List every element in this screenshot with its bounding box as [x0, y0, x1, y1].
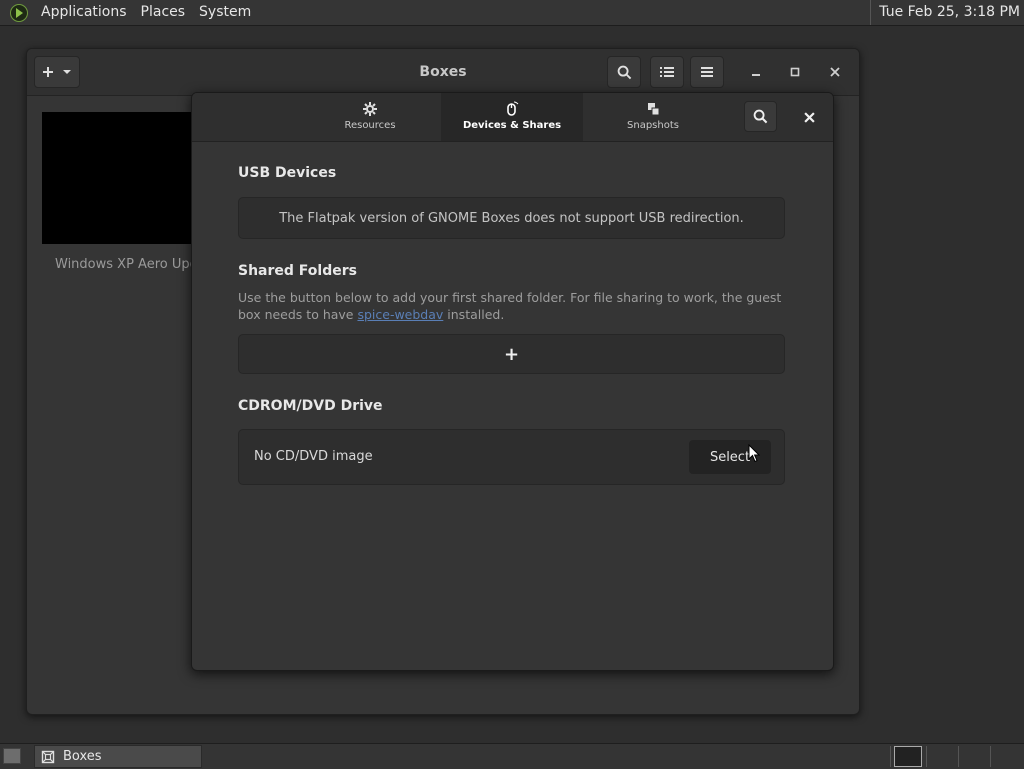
- maximize-icon: [790, 67, 800, 77]
- minimize-icon: [752, 74, 760, 76]
- menu-places[interactable]: Places: [134, 0, 193, 25]
- main-menu-button[interactable]: [690, 56, 724, 88]
- tab-devices-shares-label: Devices & Shares: [462, 120, 562, 131]
- search-button[interactable]: [607, 56, 641, 88]
- tab-resources[interactable]: Resources: [299, 93, 441, 141]
- close-window-button[interactable]: [825, 62, 845, 82]
- cdrom-frame: No CD/DVD image Select: [238, 429, 785, 485]
- minimize-button[interactable]: [746, 62, 766, 82]
- workspace-switcher[interactable]: [894, 746, 922, 767]
- close-icon: [803, 111, 815, 123]
- maximize-button[interactable]: [785, 62, 805, 82]
- top-panel: Applications Places System Tue Feb 25, 3…: [0, 0, 1024, 26]
- shared-desc-end: installed.: [443, 307, 505, 322]
- search-icon: [753, 109, 768, 124]
- panel-separator: [990, 746, 991, 767]
- dialog-close-button[interactable]: [797, 105, 821, 129]
- cdrom-status: No CD/DVD image: [254, 449, 373, 464]
- properties-dialog: Resources Devices & Shares Snapshots USB…: [191, 92, 834, 671]
- tab-devices-shares[interactable]: Devices & Shares: [441, 93, 583, 141]
- menu-system[interactable]: System: [192, 0, 258, 25]
- panel-separator: [926, 746, 927, 767]
- tab-snapshots[interactable]: Snapshots: [583, 93, 723, 141]
- close-icon: [830, 67, 840, 77]
- vm-thumbnail[interactable]: [42, 112, 197, 244]
- vm-label[interactable]: Windows XP Aero Upd: [55, 257, 198, 272]
- dialog-header: Resources Devices & Shares Snapshots: [192, 93, 833, 142]
- tab-resources-label: Resources: [344, 120, 396, 131]
- mouse-cursor-icon: [748, 444, 760, 463]
- snapshots-icon: [648, 103, 660, 116]
- add-label: +: [503, 343, 520, 365]
- bottom-panel: Boxes: [0, 743, 1024, 769]
- usb-message-frame: The Flatpak version of GNOME Boxes does …: [238, 197, 785, 239]
- spice-webdav-link[interactable]: spice-webdav: [357, 307, 443, 322]
- mouse-icon: [507, 101, 519, 116]
- tab-snapshots-label: Snapshots: [627, 120, 679, 131]
- usb-devices-title: USB Devices: [238, 165, 337, 181]
- dialog-search-button[interactable]: [744, 101, 777, 132]
- show-desktop-icon[interactable]: [3, 748, 21, 764]
- shared-desc-text: Use the button below to add your first s…: [238, 290, 782, 322]
- usb-message: The Flatpak version of GNOME Boxes does …: [279, 210, 744, 226]
- taskbar-boxes-button[interactable]: Boxes: [34, 745, 202, 768]
- menu-applications[interactable]: Applications: [34, 0, 134, 25]
- hamburger-menu-icon: [701, 67, 713, 77]
- boxes-app-icon: [41, 750, 55, 763]
- shared-folders-description: Use the button below to add your first s…: [238, 289, 798, 323]
- panel-separator: [958, 746, 959, 767]
- window-title: Boxes: [419, 64, 467, 80]
- search-icon: [617, 65, 631, 79]
- list-view-button[interactable]: [650, 56, 684, 88]
- shared-folders-title: Shared Folders: [238, 263, 357, 279]
- panel-separator: [890, 746, 891, 767]
- list-view-icon: [660, 67, 674, 77]
- cdrom-title: CDROM/DVD Drive: [238, 398, 383, 414]
- clock[interactable]: Tue Feb 25, 3:18 PM: [870, 0, 1020, 25]
- gear-icon: [363, 102, 377, 116]
- select-label: Select: [709, 449, 751, 465]
- mate-logo-icon[interactable]: [10, 3, 28, 22]
- add-shared-folder-button[interactable]: +: [238, 334, 785, 374]
- headerbar: Boxes: [27, 49, 859, 96]
- taskbar-boxes-label: Boxes: [63, 749, 102, 764]
